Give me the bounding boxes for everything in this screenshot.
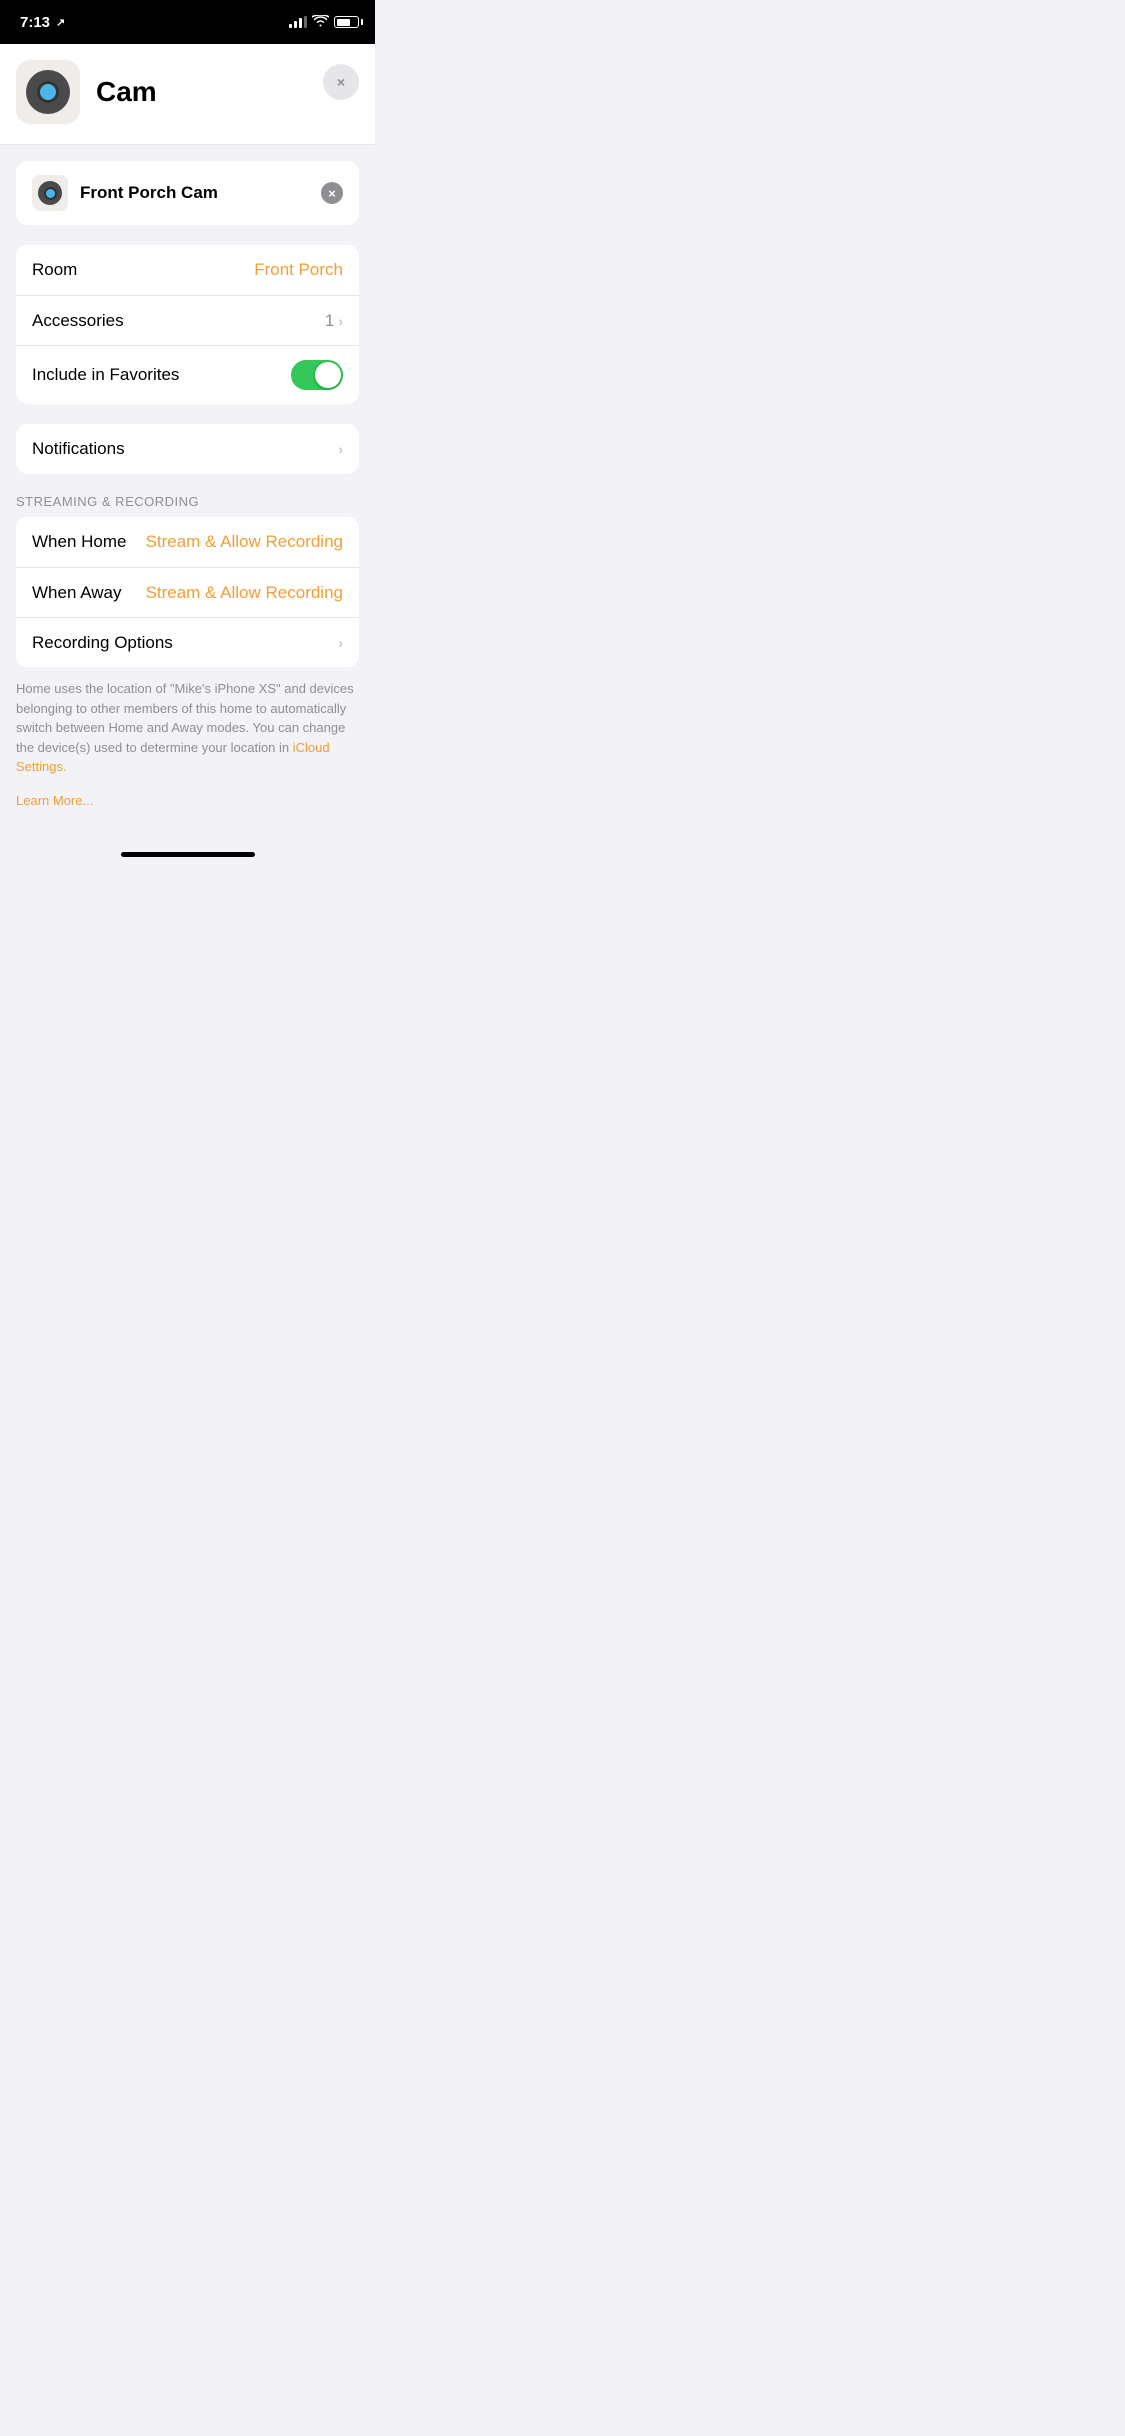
status-time: 7:13 ↗: [20, 14, 65, 31]
notifications-section: Notifications ›: [16, 424, 359, 474]
when-away-label: When Away: [32, 583, 121, 603]
room-row[interactable]: Room Front Porch: [16, 245, 359, 295]
learn-more-link[interactable]: Learn More...: [0, 793, 375, 824]
battery-icon: [334, 16, 359, 28]
accessories-chevron: ›: [338, 313, 343, 329]
recording-options-label: Recording Options: [32, 633, 173, 653]
accessories-row[interactable]: Accessories 1 ›: [16, 295, 359, 345]
favorites-label: Include in Favorites: [32, 365, 179, 385]
cam-icon: [16, 60, 80, 124]
home-indicator: [0, 840, 375, 865]
room-label: Room: [32, 260, 77, 280]
recording-options-chevron: ›: [338, 635, 343, 651]
recording-options-row[interactable]: Recording Options ›: [16, 617, 359, 667]
page-title: Cam: [96, 76, 157, 108]
main-content: Front Porch Cam × Room Front Porch Acces…: [0, 145, 375, 840]
cam-remove-button[interactable]: ×: [321, 182, 343, 204]
home-bar: [121, 852, 255, 857]
cam-name-section: Front Porch Cam ×: [16, 161, 359, 225]
footer-description: Home uses the location of "Mike's iPhone…: [0, 667, 375, 793]
signal-icon: [289, 16, 307, 28]
settings-section: Room Front Porch Accessories 1 › Include…: [16, 245, 359, 404]
cam-name-row: Front Porch Cam ×: [16, 161, 359, 225]
streaming-section-header: STREAMING & RECORDING: [0, 494, 375, 517]
when-away-row[interactable]: When Away Stream & Allow Recording: [16, 567, 359, 617]
room-value: Front Porch: [254, 260, 343, 280]
notifications-row[interactable]: Notifications ›: [16, 424, 359, 474]
streaming-section: When Home Stream & Allow Recording When …: [16, 517, 359, 667]
status-icons: [289, 15, 359, 30]
page-header: Cam ×: [0, 44, 375, 145]
when-home-label: When Home: [32, 532, 126, 552]
cam-thumb-icon: [32, 175, 68, 211]
notifications-label: Notifications: [32, 439, 125, 459]
when-home-row[interactable]: When Home Stream & Allow Recording: [16, 517, 359, 567]
cam-name-label: Front Porch Cam: [80, 183, 309, 203]
favorites-toggle[interactable]: [291, 360, 343, 390]
location-icon: ↗: [56, 16, 65, 29]
when-home-value: Stream & Allow Recording: [146, 532, 343, 552]
status-bar: 7:13 ↗: [0, 0, 375, 44]
when-away-value: Stream & Allow Recording: [146, 583, 343, 603]
accessories-value: 1 ›: [325, 311, 343, 331]
accessories-label: Accessories: [32, 311, 124, 331]
favorites-row[interactable]: Include in Favorites: [16, 345, 359, 404]
wifi-icon: [312, 15, 329, 30]
notifications-chevron: ›: [338, 441, 343, 457]
close-button[interactable]: ×: [323, 64, 359, 100]
